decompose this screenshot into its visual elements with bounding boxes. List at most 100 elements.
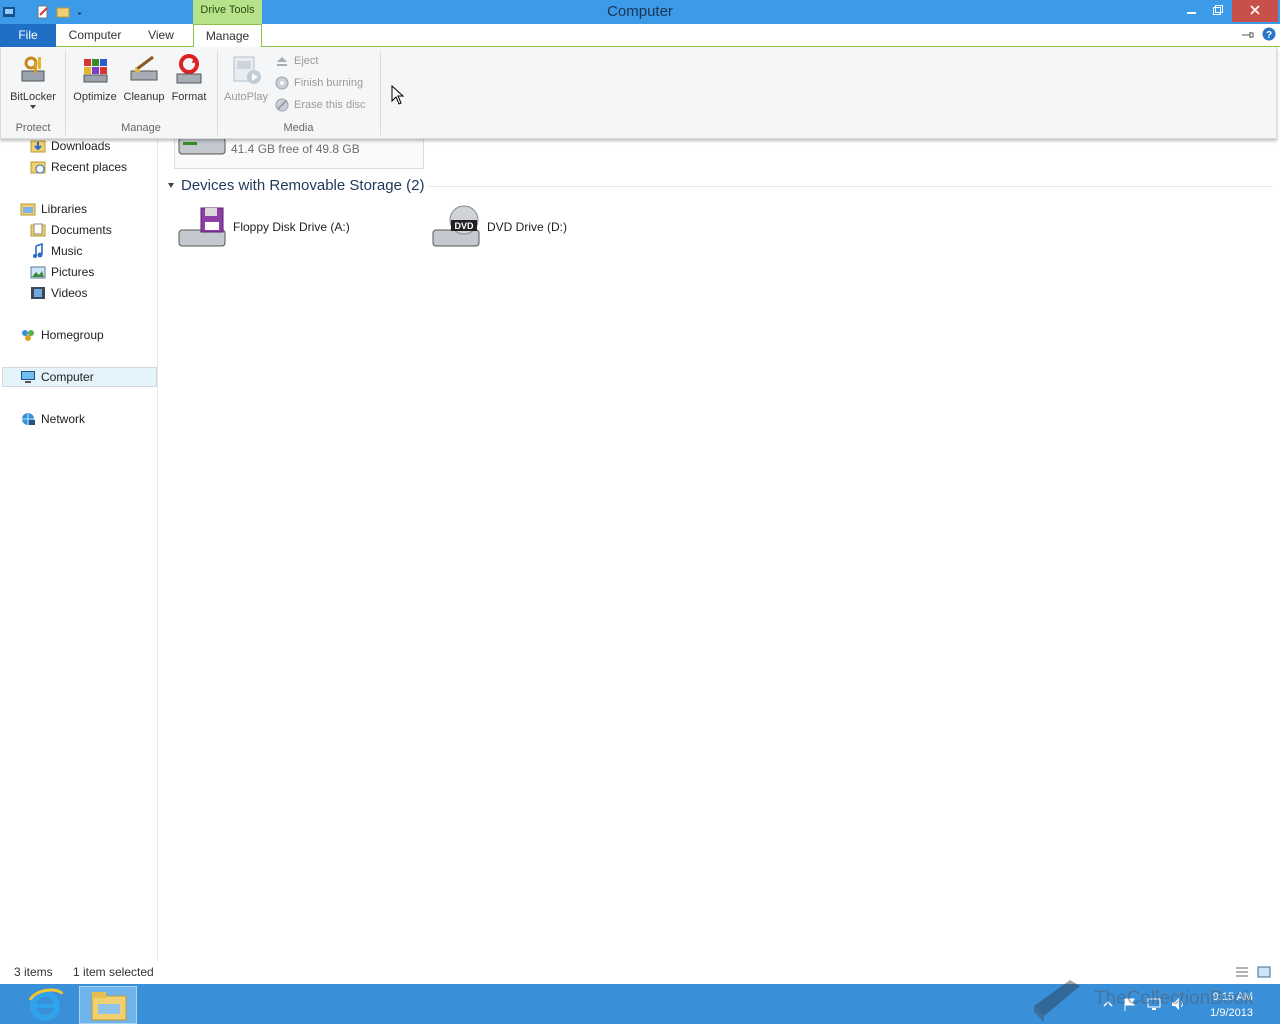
clock-time: 9:15 AM [1212,991,1253,1003]
details-view-icon[interactable] [1235,965,1249,979]
selection-count: 1 item selected [73,965,154,979]
nav-label: Downloads [51,139,111,153]
nav-item-music[interactable]: Music [30,241,82,261]
title-bar: Drive Tools Computer [0,0,1280,24]
optimize-icon [83,59,108,83]
restore-button[interactable] [1203,0,1233,22]
floppy-drive-label: Floppy Disk Drive (A:) [233,220,350,234]
eject-icon [277,57,287,66]
content-area: 41.4 GB free of 49.8 GB Devices with Rem… [160,127,1280,961]
mouse-cursor-icon [391,85,405,105]
minimize-icon [1187,12,1196,14]
ribbon-tabs: File Computer View Manage ? [0,24,1280,48]
disk-free-space: 41.4 GB free of 49.8 GB [231,142,360,156]
nav-label: Pictures [51,265,95,279]
tab-manage[interactable]: Manage [193,24,262,48]
dvd-drive-tile[interactable]: DVD DVD Drive (D:) [431,204,567,250]
removable-storage-header[interactable]: Devices with Removable Storage (2) [181,177,424,194]
nav-item-documents[interactable]: Documents [30,220,112,240]
pin-ribbon-icon[interactable] [1240,28,1254,42]
internet-explorer-button[interactable] [16,986,74,1024]
finish-burning-label: Finish burning [294,77,364,89]
taskbar-clock[interactable]: 9:15 AM 1/9/2013 [1210,989,1253,1021]
nav-label: Computer [41,370,94,384]
status-bar: 3 items 1 item selected [0,962,1280,984]
window-title: Computer [607,3,673,20]
bitlocker-icon [21,56,45,82]
format-button[interactable]: Format [169,53,209,103]
finish-burning-icon [275,76,289,90]
svg-text:?: ? [1266,30,1272,41]
erase-disc-button[interactable]: Erase this disc [275,96,366,114]
internet-explorer-icon [28,988,64,1021]
nav-label: Homegroup [41,328,104,342]
nav-label: Network [41,412,86,426]
nav-item-homegroup[interactable]: Homegroup [20,325,104,345]
volume-icon[interactable] [1170,996,1186,1012]
libraries-icon [20,203,36,216]
tab-file[interactable]: File [0,24,56,47]
nav-label: Videos [51,286,88,300]
nav-item-network[interactable]: Network [20,409,85,429]
downloads-icon [30,140,46,153]
nav-label: Recent places [51,160,128,174]
nav-label: Libraries [41,202,88,216]
erase-disc-icon [275,98,289,112]
nav-label: Documents [51,223,112,237]
videos-icon [31,287,45,299]
group-label-protect: Protect [15,122,51,134]
cleanup-button[interactable]: Cleanup [121,53,167,103]
nav-item-libraries[interactable]: Libraries [20,199,87,219]
nav-item-videos[interactable]: Videos [30,283,87,303]
erase-disc-label: Erase this disc [294,99,366,111]
floppy-drive-icon [178,207,226,247]
cleanup-icon [130,55,158,81]
dvd-drive-icon: DVD [432,205,480,247]
tab-computer[interactable]: Computer [60,24,130,47]
nav-item-recent-places[interactable]: Recent places [30,157,127,177]
documents-icon [30,223,46,237]
show-hidden-icons-icon[interactable] [1100,996,1116,1012]
file-explorer-button[interactable] [79,986,137,1024]
dvd-drive-label: DVD Drive (D:) [487,220,567,234]
item-count: 3 items [14,965,53,979]
help-icon[interactable]: ? [1262,27,1276,41]
nav-item-computer[interactable]: Computer [2,367,157,387]
music-icon [33,243,43,258]
cleanup-label: Cleanup [123,91,165,103]
eject-label: Eject [294,55,319,67]
bitlocker-button[interactable]: BitLocker [7,53,59,109]
nav-item-downloads[interactable]: Downloads [30,136,110,156]
autoplay-button[interactable]: AutoPlay [222,53,270,103]
header-divider [428,186,1273,187]
floppy-drive-tile[interactable]: Floppy Disk Drive (A:) [177,204,350,250]
homegroup-icon [22,330,34,341]
group-separator [380,51,381,135]
tab-view[interactable]: View [138,24,184,47]
navigation-pane: Downloads Recent places Libraries Docume… [0,139,158,961]
nav-item-pictures[interactable]: Pictures [30,262,94,282]
dropdown-arrow-icon [30,105,36,109]
pictures-icon [30,266,46,279]
finish-burning-button[interactable]: Finish burning [275,74,363,92]
optimize-button[interactable]: Optimize [71,53,119,103]
file-explorer-icon [91,992,127,1021]
bitlocker-label: BitLocker [10,91,56,103]
collapse-arrow-icon[interactable] [168,183,174,188]
format-icon [176,54,202,84]
ribbon-panel: BitLocker Protect Optimize Cleanup Forma… [0,47,1277,139]
clock-date: 1/9/2013 [1210,1007,1253,1019]
action-center-flag-icon[interactable] [1122,996,1138,1012]
optimize-label: Optimize [73,91,117,103]
group-label-media: Media [283,122,314,134]
dvd-badge-text: DVD [454,221,474,231]
autoplay-label: AutoPlay [223,91,269,103]
network-status-icon[interactable] [1146,996,1162,1012]
format-label: Format [171,91,207,103]
close-button[interactable] [1232,0,1278,22]
computer-icon [21,371,35,383]
large-icons-view-icon[interactable] [1257,965,1271,979]
taskbar: 9:15 AM 1/9/2013 [0,984,1280,1024]
eject-button[interactable]: Eject [275,52,318,70]
restore-icon [1213,5,1223,15]
